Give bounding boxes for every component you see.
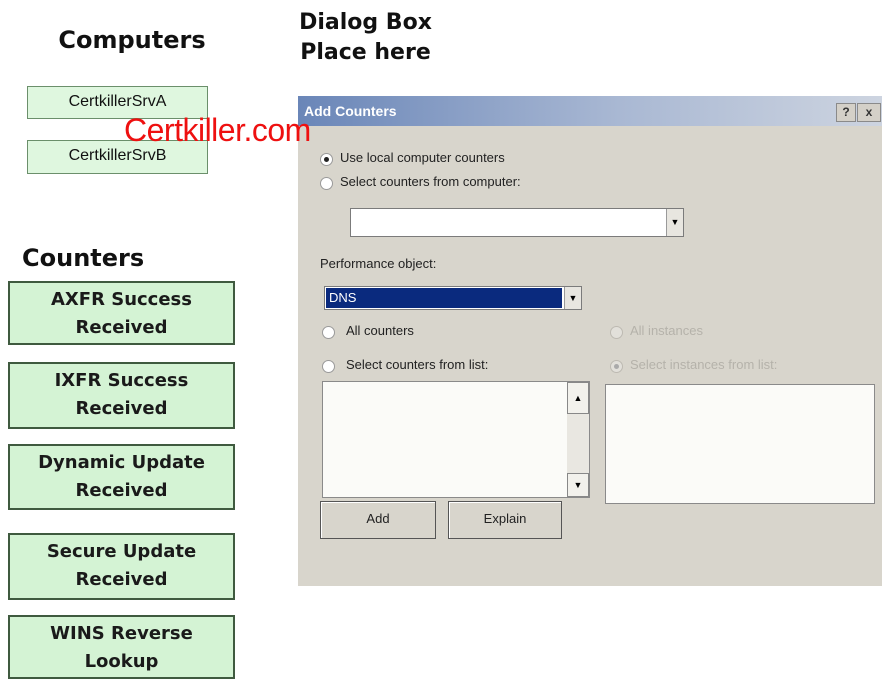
- dialog-heading-line1: Dialog Box: [299, 10, 432, 35]
- counter-line2: Lookup: [84, 651, 159, 672]
- performance-object-label: Performance object:: [320, 256, 437, 271]
- use-local-label[interactable]: Use local computer counters: [340, 150, 505, 165]
- performance-object-combobox[interactable]: DNS ▼: [324, 286, 582, 310]
- performance-object-value: DNS: [326, 288, 562, 308]
- counter-line1: IXFR Success: [54, 370, 189, 391]
- counter-item-secure-update[interactable]: Secure Update Received: [8, 533, 235, 600]
- explain-button[interactable]: Explain: [448, 501, 562, 539]
- use-local-radio[interactable]: [320, 153, 333, 166]
- counter-line1: Dynamic Update: [38, 452, 205, 473]
- dialog-titlebar[interactable]: Add Counters ? x: [298, 96, 882, 126]
- counter-item-wins-reverse[interactable]: WINS Reverse Lookup: [8, 615, 235, 679]
- counter-line1: Secure Update: [46, 541, 197, 562]
- counter-item-ixfr[interactable]: IXFR Success Received: [8, 362, 235, 429]
- select-instances-label: Select instances from list:: [630, 357, 778, 372]
- computers-heading: Computers: [58, 26, 206, 54]
- chevron-down-icon[interactable]: ▼: [666, 209, 683, 236]
- all-instances-radio: [610, 326, 623, 339]
- counter-line1: WINS Reverse: [50, 623, 193, 644]
- select-counters-radio[interactable]: [322, 360, 335, 373]
- counters-scrollbar[interactable]: ▲ ▼: [567, 382, 589, 497]
- select-counters-label[interactable]: Select counters from list:: [346, 357, 488, 372]
- dialog-heading-line2: Place here: [300, 40, 431, 65]
- watermark-text: Certkiller.com: [124, 112, 311, 148]
- select-computer-label[interactable]: Select counters from computer:: [340, 174, 521, 189]
- counter-item-dynamic-update[interactable]: Dynamic Update Received: [8, 444, 235, 510]
- help-button[interactable]: ?: [836, 103, 856, 122]
- computer-combobox[interactable]: ▼: [350, 208, 684, 237]
- all-counters-radio[interactable]: [322, 326, 335, 339]
- counters-heading: Counters: [22, 244, 145, 272]
- dialog-placeholder-heading: Dialog Box Place here: [258, 8, 473, 68]
- all-counters-label[interactable]: All counters: [346, 323, 414, 338]
- counter-item-axfr[interactable]: AXFR Success Received: [8, 281, 235, 345]
- counters-listbox[interactable]: ▲ ▼: [322, 381, 590, 498]
- add-counters-dialog: Add Counters ? x Use local computer coun…: [298, 96, 882, 586]
- counter-line2: Received: [75, 569, 168, 590]
- chevron-down-icon[interactable]: ▼: [564, 287, 581, 309]
- dialog-title: Add Counters: [304, 103, 397, 119]
- counter-line2: Received: [75, 398, 168, 419]
- close-button[interactable]: x: [857, 103, 881, 122]
- counter-line2: Received: [75, 480, 168, 501]
- all-instances-label: All instances: [630, 323, 703, 338]
- instances-listbox[interactable]: [605, 384, 875, 504]
- arrow-down-icon[interactable]: ▼: [567, 473, 589, 497]
- select-instances-radio: [610, 360, 623, 373]
- arrow-up-icon[interactable]: ▲: [567, 382, 589, 414]
- select-computer-radio[interactable]: [320, 177, 333, 190]
- counter-line2: Received: [75, 317, 168, 338]
- counter-line1: AXFR Success: [51, 289, 192, 310]
- add-button[interactable]: Add: [320, 501, 436, 539]
